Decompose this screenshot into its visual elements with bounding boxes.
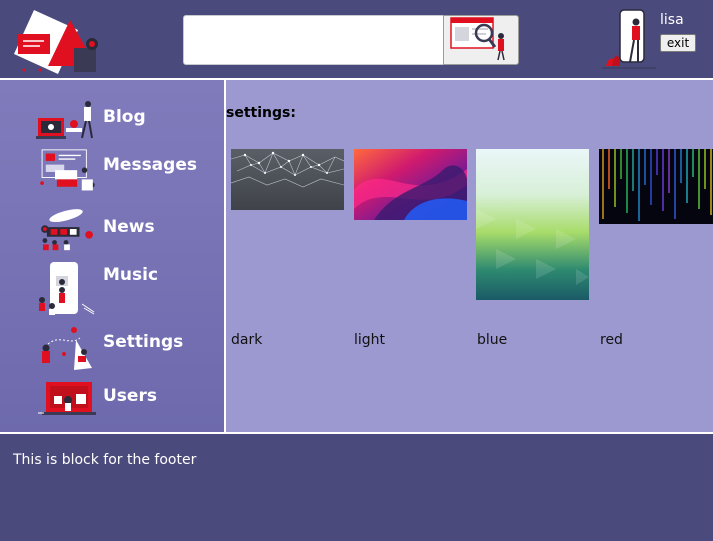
exit-button[interactable]: exit	[660, 34, 696, 52]
logo-icon[interactable]	[14, 8, 104, 74]
theme-preview-blue-image	[476, 149, 589, 300]
header: lisa exit	[0, 0, 713, 78]
search-input[interactable]	[183, 15, 444, 65]
theme-preview-light-image	[354, 149, 467, 220]
sidebar: Blog Messages News Music Settings Users	[0, 80, 224, 432]
theme-thumbnail-blue[interactable]	[476, 149, 589, 300]
sidebar-item-blog[interactable]: Blog	[36, 96, 216, 144]
sidebar-item-music[interactable]: Music	[36, 260, 216, 315]
footer-text: This is block for the footer	[13, 452, 197, 468]
username: lisa	[660, 12, 684, 28]
blog-icon	[36, 101, 93, 139]
footer: This is block for the footer	[0, 434, 713, 541]
theme-thumbnail-red[interactable]	[599, 149, 713, 224]
sidebar-item-label: News	[103, 217, 155, 237]
sidebar-item-label: Settings	[103, 332, 184, 352]
music-icon	[39, 262, 95, 315]
theme-label-blue[interactable]: blue	[477, 332, 507, 348]
search-illustration-icon	[450, 17, 505, 61]
sidebar-item-label: Users	[103, 386, 157, 406]
sidebar-item-messages[interactable]: Messages	[36, 148, 216, 196]
search-button[interactable]	[443, 15, 519, 65]
news-icon	[41, 209, 93, 251]
theme-label-red[interactable]: red	[600, 332, 623, 348]
settings-icon	[42, 327, 92, 370]
theme-label-dark[interactable]: dark	[231, 332, 262, 348]
sidebar-item-settings[interactable]: Settings	[36, 324, 216, 372]
theme-thumbnail-light[interactable]	[354, 149, 467, 220]
sidebar-item-news[interactable]: News	[36, 206, 216, 254]
user-avatar-icon	[602, 9, 656, 69]
messages-icon	[40, 149, 95, 191]
settings-panel: settings: dark light blue red	[226, 80, 713, 432]
sidebar-item-users[interactable]: Users	[36, 376, 216, 424]
users-icon	[38, 382, 96, 415]
theme-preview-red-image	[599, 149, 713, 224]
theme-label-light[interactable]: light	[354, 332, 385, 348]
sidebar-item-label: Messages	[103, 155, 197, 175]
sidebar-item-label: Blog	[103, 107, 146, 127]
page-title: settings:	[226, 105, 296, 121]
theme-preview-dark-image	[230, 149, 345, 210]
sidebar-item-label: Music	[103, 265, 159, 285]
theme-thumbnail-dark[interactable]	[230, 149, 345, 210]
